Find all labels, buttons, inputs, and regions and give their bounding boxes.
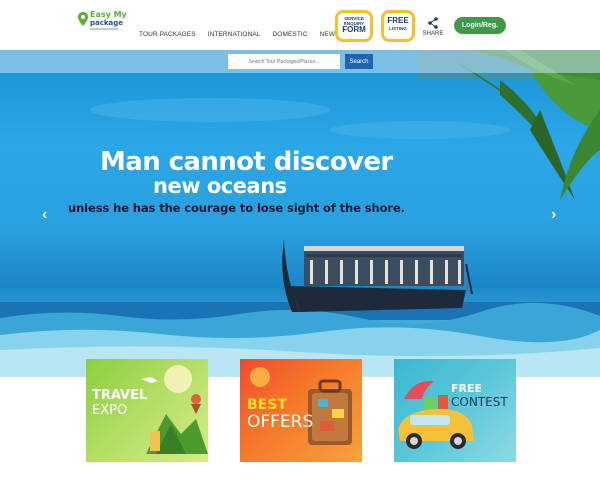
nav-international[interactable]: INTERNATIONAL bbox=[208, 31, 261, 38]
share-icon bbox=[428, 17, 438, 29]
share-button[interactable]: SHARE bbox=[421, 17, 445, 37]
search-input[interactable] bbox=[228, 54, 340, 69]
free-contest-illustration bbox=[398, 380, 474, 449]
listing-label: LISTING bbox=[389, 26, 407, 31]
promo-card-best-offers[interactable]: BEST OFFERS bbox=[240, 359, 362, 462]
search-button[interactable]: Search bbox=[345, 54, 373, 69]
promo-card-travel-expo[interactable]: TRAVEL EXPO bbox=[86, 359, 208, 462]
site-logo[interactable]: Easy My package bbox=[78, 10, 130, 36]
form-label: FORM bbox=[342, 25, 366, 34]
chevron-right-icon[interactable]: › bbox=[551, 206, 556, 224]
nav-domestic[interactable]: DOMESTIC bbox=[273, 31, 308, 38]
free-label: FREE bbox=[387, 16, 409, 25]
best-label: BEST bbox=[247, 397, 287, 413]
travel-label: TRAVEL bbox=[92, 388, 148, 403]
hero-subline: unless he has the courage to lose sight … bbox=[68, 201, 405, 215]
contest-label: CONTEST bbox=[451, 395, 508, 409]
share-label: SHARE bbox=[422, 31, 444, 37]
free-label: FREE bbox=[451, 382, 483, 395]
logo-text-easy-my: Easy My bbox=[90, 10, 127, 19]
boat-illustration bbox=[282, 240, 473, 312]
expo-label: EXPO bbox=[92, 403, 128, 418]
site-header: Easy My package TOUR PACKAGES INTERNATIO… bbox=[0, 0, 600, 50]
main-nav: TOUR PACKAGES INTERNATIONAL DOMESTIC NEW… bbox=[139, 31, 340, 38]
map-pin-icon bbox=[78, 12, 88, 26]
nav-tour-packages[interactable]: TOUR PACKAGES bbox=[139, 31, 196, 38]
logo-text-package: package bbox=[90, 19, 124, 27]
free-listing-button[interactable]: FREE LISTING bbox=[381, 10, 415, 42]
service-enquiry-button[interactable]: SERVICE ENQUIRY FORM bbox=[335, 10, 373, 42]
hero-headline-line2: new oceans bbox=[153, 174, 287, 198]
logo-tagline bbox=[90, 28, 118, 30]
hero-banner: Search Man cannot discover new oceans un… bbox=[0, 50, 600, 377]
chevron-left-icon[interactable]: ‹ bbox=[42, 206, 47, 224]
login-register-button[interactable]: Login/Reg. bbox=[454, 17, 506, 34]
promo-card-free-contest[interactable]: FREE CONTEST bbox=[394, 359, 516, 462]
offers-label: OFFERS bbox=[247, 412, 314, 432]
hero-headline-line1: Man cannot discover bbox=[100, 147, 393, 177]
